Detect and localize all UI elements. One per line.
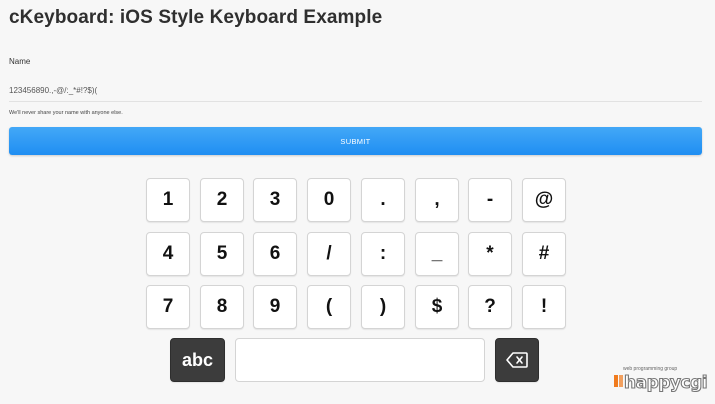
keyboard: abc 1 2 3 0., - @4 5 6/: _ * #7 8 9() $?! (0, 0, 715, 404)
key-slash[interactable]: / (307, 232, 351, 276)
key-period[interactable]: . (361, 178, 405, 222)
key-5[interactable]: 5 (200, 232, 244, 276)
key-colon[interactable]: : (361, 232, 405, 276)
key-2[interactable]: 2 (200, 178, 244, 222)
key-1[interactable]: 1 (146, 178, 190, 222)
key-7[interactable]: 7 (146, 285, 190, 329)
backspace-icon (506, 352, 528, 368)
key-6[interactable]: 6 (253, 232, 297, 276)
key-exclamation[interactable]: ! (522, 285, 566, 329)
key-asterisk[interactable]: * (468, 232, 512, 276)
key-4[interactable]: 4 (146, 232, 190, 276)
page: cKeyboard: iOS Style Keyboard Example Na… (0, 0, 715, 404)
key-open-paren[interactable]: ( (307, 285, 351, 329)
submit-button[interactable]: SUBMIT (9, 127, 702, 155)
name-input[interactable] (9, 80, 702, 102)
happycgi-wordmark: happycgi (614, 372, 708, 394)
space-key[interactable] (235, 338, 485, 382)
key-dollar[interactable]: $ (415, 285, 459, 329)
name-help-text: We'll never share your name with anyone … (9, 110, 123, 116)
abc-key[interactable]: abc (170, 338, 225, 382)
key-question[interactable]: ? (468, 285, 512, 329)
key-dash[interactable]: - (468, 178, 512, 222)
name-label: Name (9, 57, 31, 66)
key-8[interactable]: 8 (200, 285, 244, 329)
page-title: cKeyboard: iOS Style Keyboard Example (9, 7, 383, 28)
key-0[interactable]: 0 (307, 178, 351, 222)
key-at[interactable]: @ (522, 178, 566, 222)
svg-text:happycgi: happycgi (624, 373, 707, 393)
happycgi-logo: web programming group happycgi (613, 364, 709, 398)
key-hash[interactable]: # (522, 232, 566, 276)
key-9[interactable]: 9 (253, 285, 297, 329)
key-close-paren[interactable]: ) (361, 285, 405, 329)
backspace-key[interactable] (495, 338, 539, 382)
key-3[interactable]: 3 (253, 178, 297, 222)
key-underscore[interactable]: _ (415, 232, 459, 276)
key-comma[interactable]: , (415, 178, 459, 222)
